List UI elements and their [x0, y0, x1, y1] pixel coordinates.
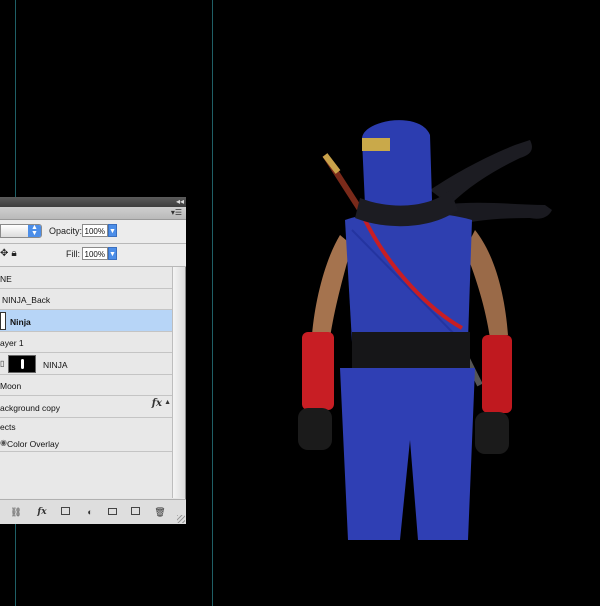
figure-silhouette-icon: [21, 359, 24, 369]
lock-icons: ✥🔒︎: [0, 248, 20, 259]
layer-row[interactable]: ayer 1: [0, 332, 172, 353]
fx-icon[interactable]: fx: [36, 506, 48, 518]
blend-mode-select[interactable]: ▲ ▼: [0, 224, 42, 238]
lock-all-icon[interactable]: 🔒︎: [11, 248, 19, 259]
layer-name: NINJA: [43, 360, 68, 370]
ninja-artwork: [298, 120, 552, 540]
layer-row-selected[interactable]: Ninja: [0, 310, 172, 332]
blend-opacity-row: ▲ ▼ Opacity: 100% ▼: [0, 220, 186, 244]
lock-position-icon[interactable]: ✥: [0, 248, 11, 259]
fill-dropdown-icon[interactable]: ▼: [108, 247, 117, 260]
layer-row[interactable]: ▯ NINJA: [0, 353, 172, 375]
layer-name: Color Overlay: [7, 439, 59, 449]
folder-icon[interactable]: [108, 508, 117, 515]
layer-name: NINJA_Back: [2, 295, 51, 305]
opacity-dropdown-icon[interactable]: ▼: [108, 224, 117, 237]
opacity-label: Opacity:: [49, 226, 83, 236]
fill-label: Fill:: [66, 249, 80, 259]
layer-row[interactable]: Moon: [0, 375, 172, 396]
expand-effects-icon[interactable]: ▲: [164, 399, 171, 406]
resize-grip[interactable]: [177, 515, 185, 523]
layer-row[interactable]: ackground copy fx ▲: [0, 396, 172, 418]
effect-row[interactable]: ◉ Color Overlay: [0, 435, 172, 452]
trash-icon[interactable]: 🗑︎: [154, 506, 166, 518]
layer-name: Moon: [0, 381, 22, 391]
panel-title-bar[interactable]: ◂◂: [0, 197, 186, 207]
mask-icon[interactable]: [61, 507, 70, 515]
adjustment-icon[interactable]: ◐: [84, 506, 96, 518]
panel-tab-row: ▾☰: [0, 207, 186, 220]
layers-list: NE NINJA_Back Ninja ayer 1 ▯ NINJA Moon …: [0, 267, 172, 498]
collapse-icon[interactable]: ◂◂: [176, 197, 184, 207]
lock-fill-row: ✥🔒︎ Fill: 100% ▼: [0, 244, 186, 267]
panel-menu-icon[interactable]: ▾☰: [171, 207, 182, 219]
layer-name: ackground copy: [0, 403, 61, 413]
layer-name: NE: [0, 274, 12, 284]
guide-line-right: [212, 0, 213, 606]
eye-icon[interactable]: ◉: [0, 438, 7, 447]
layer-name: ects: [0, 422, 16, 432]
layer-mask-thumbnail[interactable]: [0, 312, 6, 330]
layer-name: Ninja: [10, 317, 31, 327]
layer-name: ayer 1: [0, 338, 24, 348]
layer-row[interactable]: NE: [0, 267, 172, 289]
fill-input[interactable]: 100%: [82, 247, 108, 260]
layers-scrollbar[interactable]: [172, 267, 185, 498]
layer-effects-row[interactable]: ects: [0, 418, 172, 435]
panel-footer: ⛓ fx ◐ 🗑︎: [0, 499, 186, 524]
new-layer-icon[interactable]: [131, 507, 140, 515]
link-chain-icon[interactable]: ▯: [0, 359, 4, 368]
layers-panel: ◂◂ ▾☰ ▲ ▼ Opacity: 100% ▼ ✥🔒︎ Fill: 100% …: [0, 197, 186, 524]
opacity-input[interactable]: 100%: [82, 224, 108, 237]
link-icon[interactable]: ⛓: [10, 506, 22, 518]
select-arrows-icon: ▲ ▼: [28, 224, 41, 237]
layer-row[interactable]: NINJA_Back: [0, 289, 172, 310]
fx-icon[interactable]: fx: [152, 398, 162, 409]
layer-thumbnail[interactable]: [8, 355, 36, 373]
